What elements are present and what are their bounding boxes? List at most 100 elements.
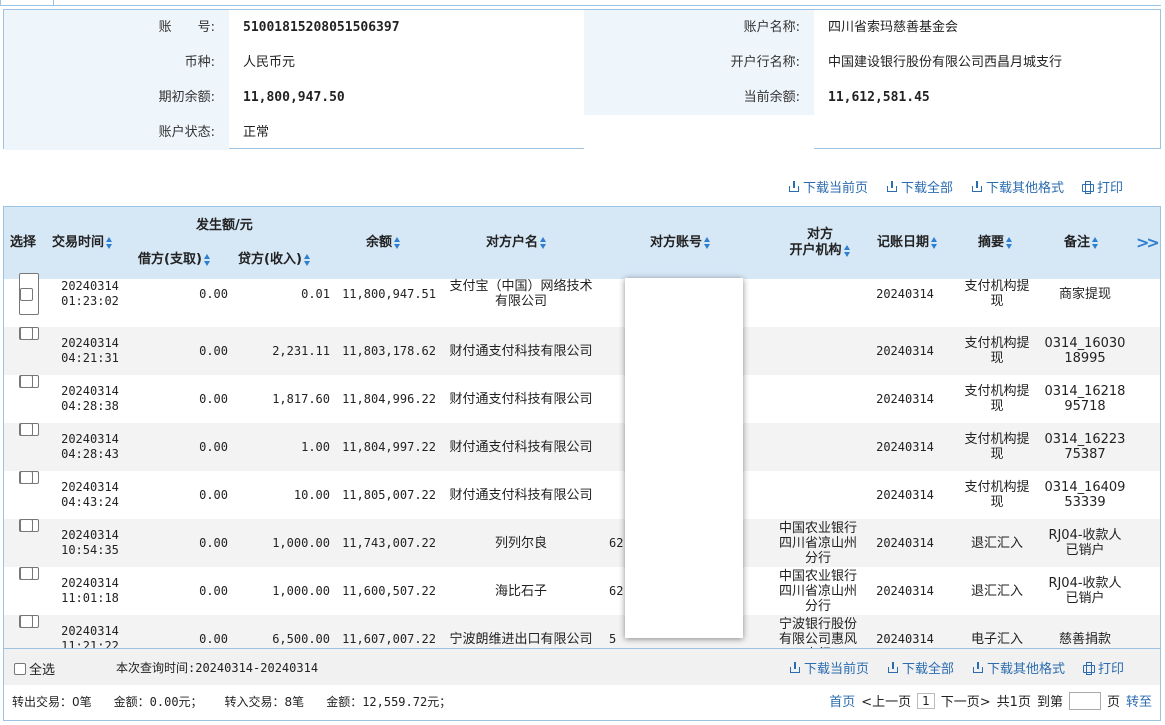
cell-credit: 6,500.00 bbox=[234, 615, 330, 648]
sort-icon[interactable] bbox=[1006, 236, 1013, 249]
prev-page-link[interactable]: <上一页 bbox=[861, 691, 911, 710]
sort-icon[interactable] bbox=[704, 236, 711, 249]
table-row[interactable]: 20240314 04:28:38 0.00 1,817.60 11,804,996.2… bbox=[4, 375, 1160, 423]
cell-remark: RJ04-收款人已销户 bbox=[1044, 519, 1126, 567]
sort-icon[interactable] bbox=[303, 253, 311, 266]
cell-credit-text: 1,000.00 bbox=[272, 583, 330, 598]
download-all-link[interactable]: 下载全部 bbox=[887, 658, 954, 677]
row-checkbox[interactable] bbox=[20, 471, 33, 484]
table-row[interactable]: 20240314 04:43:24 0.00 10.00 11,805,007.22 财付… bbox=[4, 471, 1160, 519]
col-balance-label: 余额 bbox=[366, 235, 393, 250]
cell-date: 20240314 bbox=[61, 384, 119, 398]
download-icon bbox=[789, 661, 801, 674]
first-page-link[interactable]: 首页 bbox=[829, 691, 855, 710]
cell-cp-bank-text: 中国农业银行四川省凉山州分行 bbox=[778, 568, 857, 614]
cell-cp-name: 财付通支付科技有限公司 bbox=[446, 375, 596, 423]
cell-balance-text: 11,805,007.22 bbox=[342, 487, 436, 502]
table-row[interactable]: 20240314 10:54:35 0.00 1,000.00 11,743,007.2… bbox=[4, 519, 1160, 567]
col-balance[interactable]: 余额 bbox=[366, 235, 401, 251]
table-row[interactable]: 20240314 04:28:43 0.00 1.00 11,804,997.22 财付通… bbox=[4, 423, 1160, 471]
row-checkbox[interactable] bbox=[20, 519, 33, 532]
download-page-label: 下载当前页 bbox=[804, 662, 870, 677]
cell-summary-text: 退汇汇入 bbox=[970, 535, 1023, 551]
table-row[interactable]: 20240314 11:01:18 0.00 1,000.00 11,600,507.2… bbox=[4, 567, 1160, 615]
cell-cp-bank-text: 中国农业银行四川省凉山州分行 bbox=[778, 520, 857, 566]
opening-balance-value: 11,800,947.50 bbox=[243, 90, 345, 105]
cell-credit: 1,000.00 bbox=[234, 567, 330, 615]
cell-trade-time: 20240314 04:28:38 bbox=[54, 375, 126, 423]
goto-page-input[interactable] bbox=[1068, 691, 1101, 710]
next-page-link[interactable]: 下一页> bbox=[941, 691, 991, 710]
cell-credit: 10.00 bbox=[234, 471, 330, 519]
cell-debit-text: 0.00 bbox=[199, 391, 228, 406]
cell-summary: 支付机构提现 bbox=[959, 375, 1035, 423]
select-all-checkbox[interactable] bbox=[14, 662, 26, 675]
row-checkbox[interactable] bbox=[20, 327, 33, 340]
col-counterparty-name[interactable]: 对方户名 bbox=[486, 235, 547, 251]
sort-icon[interactable] bbox=[203, 253, 211, 266]
print-link[interactable]: 打印 bbox=[1083, 658, 1124, 677]
sort-icon[interactable] bbox=[843, 244, 851, 257]
total-pages: 共1页 bbox=[996, 695, 1031, 710]
cell-balance-text: 11,607,007.22 bbox=[342, 631, 436, 646]
table-header: 选择 交易时间 发生额/元 借方(支取) 贷方(收入) 余额 对方户名 对方账号… bbox=[4, 207, 1160, 279]
download-other-link[interactable]: 下载其他格式 bbox=[972, 658, 1065, 677]
incoming-amount: 金额：12,559.72元； bbox=[326, 695, 452, 709]
col-credit[interactable]: 贷方(收入) bbox=[238, 252, 311, 268]
row-checkbox[interactable] bbox=[20, 615, 33, 628]
cell-summary-text: 支付机构提现 bbox=[964, 336, 1030, 366]
currency-label: 币种: bbox=[4, 45, 229, 80]
sort-icon[interactable] bbox=[931, 236, 938, 249]
account-number-label: 账 号: bbox=[4, 10, 229, 45]
cell-summary: 支付机构提现 bbox=[959, 273, 1035, 315]
row-select-cell bbox=[19, 615, 39, 628]
cell-credit: 1.00 bbox=[234, 423, 330, 471]
sort-icon[interactable] bbox=[540, 236, 547, 249]
cell-summary-text: 退汇汇入 bbox=[970, 583, 1023, 599]
download-page-link[interactable]: 下载当前页 bbox=[788, 177, 868, 196]
download-page-link[interactable]: 下载当前页 bbox=[789, 658, 869, 677]
table-row[interactable]: 20240314 11:21:22 0.00 6,500.00 11,607,007.2… bbox=[4, 615, 1160, 648]
cell-balance-text: 11,743,007.22 bbox=[342, 535, 436, 550]
table-row[interactable]: 20240314 04:21:31 0.00 2,231.11 11,803,178.6… bbox=[4, 327, 1160, 375]
col-remark[interactable]: 备注 bbox=[1064, 235, 1099, 251]
row-checkbox[interactable] bbox=[20, 287, 33, 301]
cell-credit-text: 1,000.00 bbox=[272, 535, 330, 550]
cell-time: 10:54:35 bbox=[61, 543, 119, 557]
cell-summary-text: 支付机构提现 bbox=[964, 432, 1030, 462]
cell-debit-text: 0.00 bbox=[199, 343, 228, 358]
goto-button[interactable]: 转至 bbox=[1126, 691, 1152, 710]
col-counterparty-account[interactable]: 对方账号 bbox=[650, 235, 711, 251]
cell-cp-name-text: 财付通支付科技有限公司 bbox=[449, 343, 593, 359]
current-page[interactable]: 1 bbox=[917, 692, 935, 709]
row-select-cell bbox=[19, 327, 39, 340]
col-counterparty-name-label: 对方户名 bbox=[486, 235, 539, 250]
more-columns-icon[interactable]: >> bbox=[1136, 233, 1160, 252]
cell-credit: 1,817.60 bbox=[234, 375, 330, 423]
col-debit[interactable]: 借方(支取) bbox=[138, 252, 211, 268]
cell-book-date: 20240314 bbox=[868, 327, 942, 375]
col-counterparty-bank[interactable]: 对方 开户机构 bbox=[782, 227, 858, 259]
cell-debit: 0.00 bbox=[132, 567, 228, 615]
download-other-link[interactable]: 下载其他格式 bbox=[971, 177, 1064, 196]
col-book-date[interactable]: 记账日期 bbox=[877, 235, 938, 251]
sort-icon[interactable] bbox=[1092, 236, 1099, 249]
select-all[interactable]: 全选 bbox=[14, 659, 55, 678]
row-checkbox[interactable] bbox=[20, 567, 33, 580]
cell-cp-bank bbox=[774, 375, 862, 423]
row-checkbox[interactable] bbox=[20, 375, 33, 388]
sort-icon[interactable] bbox=[106, 236, 113, 249]
print-link[interactable]: 打印 bbox=[1082, 177, 1123, 196]
row-select-cell bbox=[19, 567, 39, 580]
cell-book-date-text: 20240314 bbox=[876, 487, 934, 502]
sort-icon[interactable] bbox=[394, 236, 401, 249]
table-row[interactable]: 20240314 01:23:02 0.00 0.01 11,800,947.51 支付宝… bbox=[4, 273, 1160, 315]
col-time[interactable]: 交易时间 bbox=[52, 235, 113, 251]
col-summary[interactable]: 摘要 bbox=[978, 235, 1013, 251]
cell-balance-text: 11,800,947.51 bbox=[342, 286, 436, 301]
cell-book-date: 20240314 bbox=[868, 471, 942, 519]
row-checkbox[interactable] bbox=[20, 423, 33, 436]
cell-date: 20240314 bbox=[61, 624, 119, 638]
download-all-link[interactable]: 下载全部 bbox=[886, 177, 953, 196]
download-other-label: 下载其他格式 bbox=[986, 181, 1065, 196]
